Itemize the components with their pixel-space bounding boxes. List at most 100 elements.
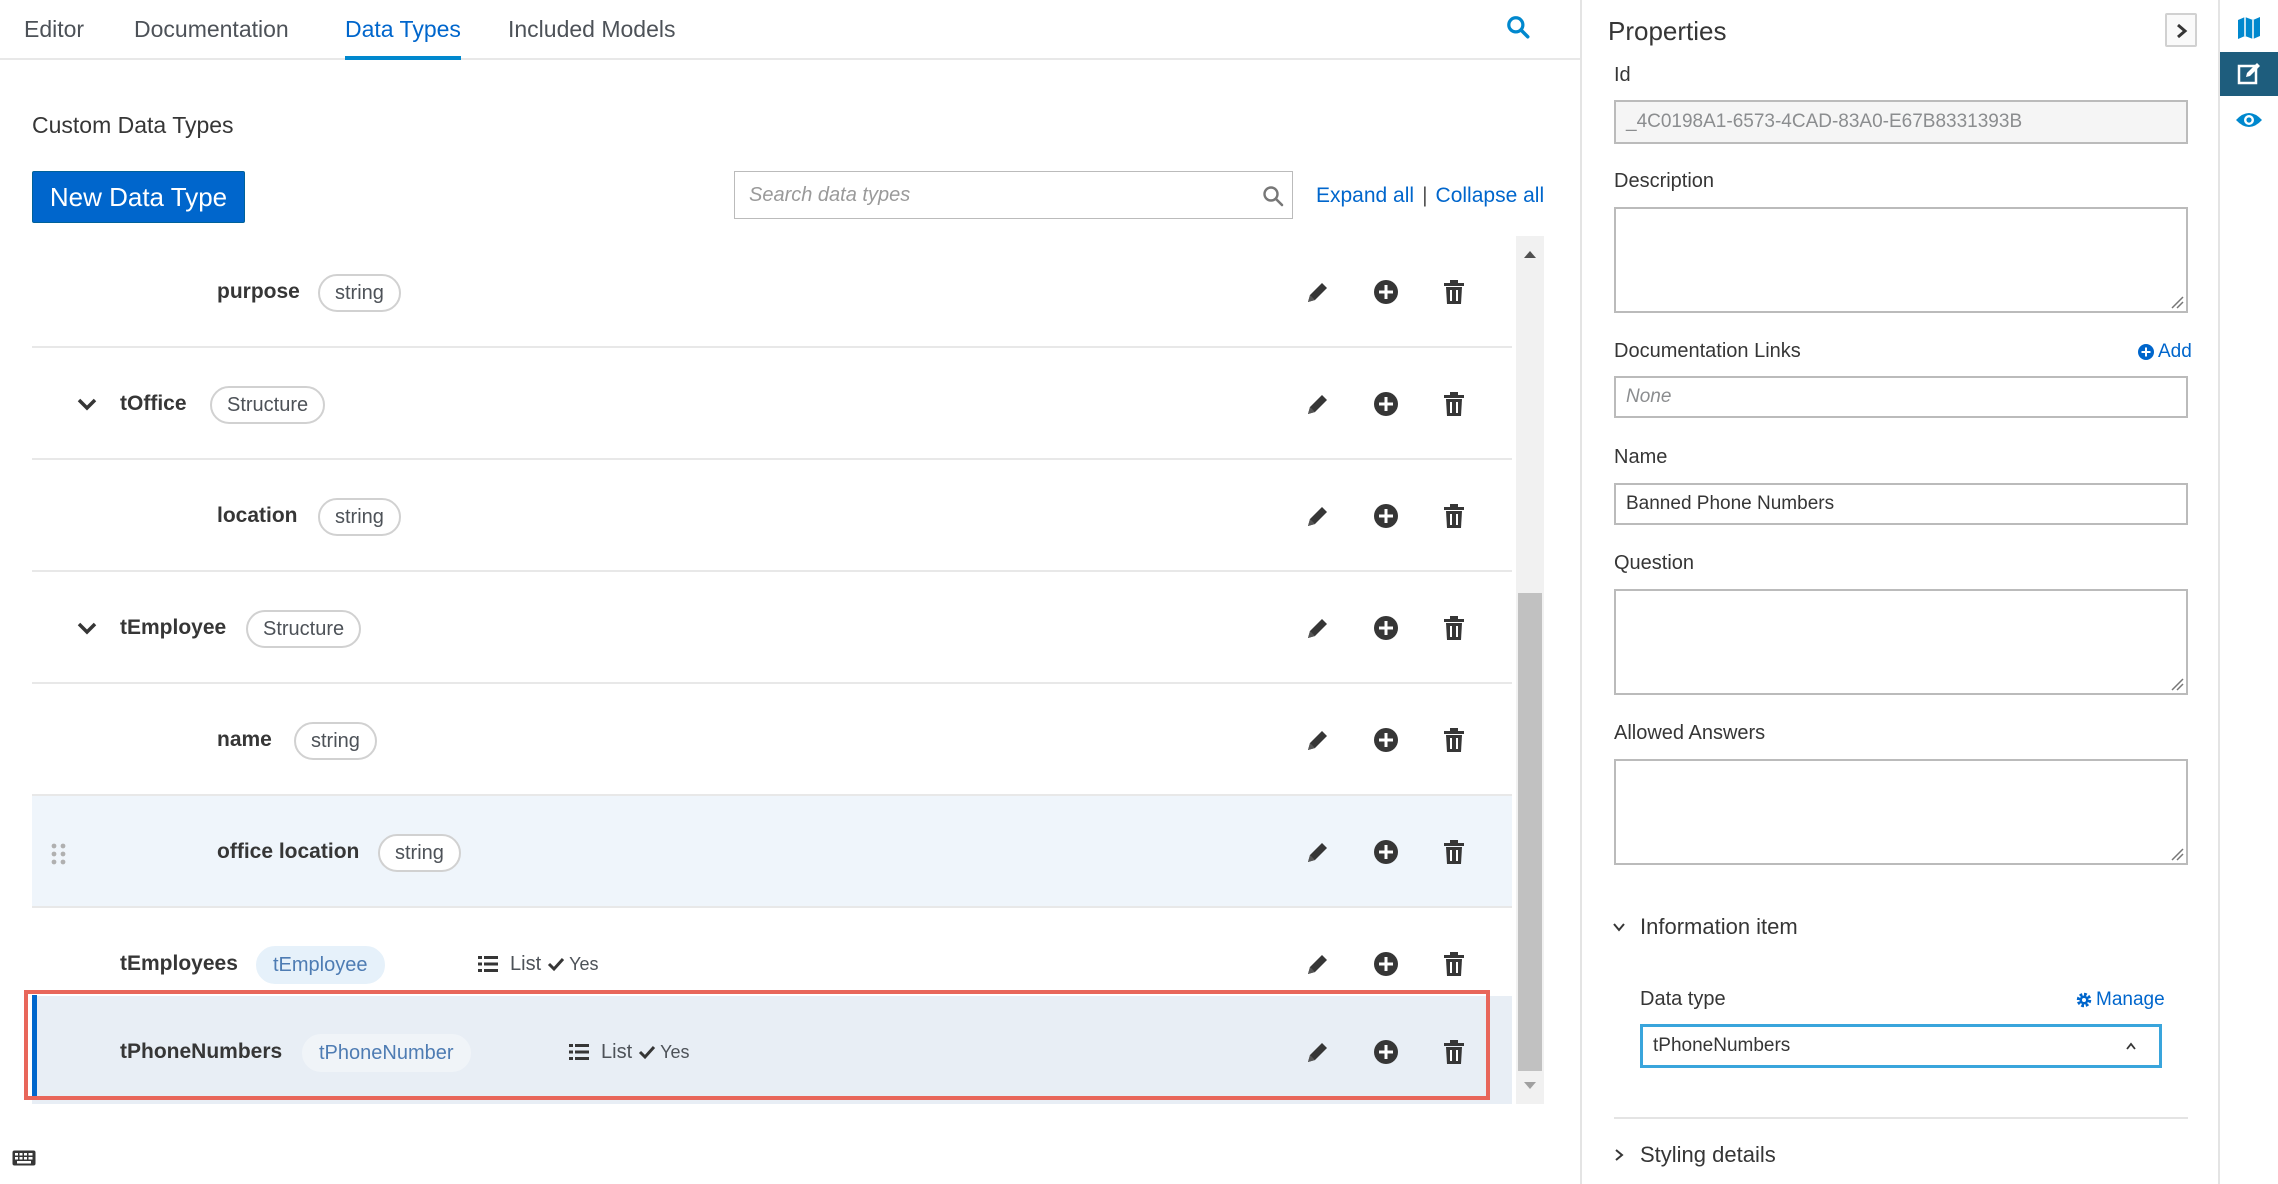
resize-grip-icon[interactable] (2170, 847, 2184, 861)
pencil-icon[interactable] (1304, 390, 1332, 418)
chevron-right-icon (1615, 1149, 1624, 1161)
tab-documentation[interactable]: Documentation (134, 16, 289, 60)
plus-circle-icon[interactable] (1372, 390, 1400, 418)
trash-icon[interactable] (1440, 950, 1468, 978)
section-title: Information item (1640, 914, 1798, 939)
pencil-icon[interactable] (1304, 950, 1332, 978)
list-item[interactable]: tOffice Structure (32, 348, 1512, 460)
resize-grip-icon[interactable] (2170, 677, 2184, 691)
properties-title: Properties (1608, 16, 1727, 46)
description-label: Description (1614, 170, 1715, 192)
data-type-name: tOffice (120, 392, 187, 415)
data-type-list: purpose string tOffice Structure locatio… (32, 236, 1512, 1104)
trash-icon[interactable] (1440, 1038, 1468, 1066)
search-box (734, 171, 1293, 219)
trash-icon[interactable] (1440, 838, 1468, 866)
plus-circle-icon[interactable] (1372, 502, 1400, 530)
pencil-icon[interactable] (1304, 614, 1332, 642)
drag-handle-icon[interactable] (50, 842, 68, 866)
editor-tabs: Editor Documentation Data Types Included… (0, 0, 1580, 60)
name-input[interactable]: Banned Phone Numbers (1614, 483, 2188, 525)
link-separator: | (1422, 184, 1428, 207)
plus-circle-icon[interactable] (1372, 950, 1400, 978)
type-badge: string (318, 274, 401, 312)
list-item[interactable]: purpose string (32, 236, 1512, 348)
trash-icon[interactable] (1440, 390, 1468, 418)
scrollbar-thumb[interactable] (1518, 593, 1542, 1071)
edit-icon (2237, 63, 2260, 85)
pencil-icon[interactable] (1304, 1038, 1332, 1066)
manage-data-types-link[interactable]: Manage (2075, 989, 2165, 1011)
allowed-answers-label: Allowed Answers (1614, 722, 1766, 744)
plus-circle-icon[interactable] (1372, 726, 1400, 754)
type-badge: string (318, 498, 401, 536)
type-badge: Structure (210, 386, 326, 424)
question-label: Question (1614, 552, 1695, 574)
collapse-panel-button[interactable] (2165, 13, 2197, 47)
list-icon (569, 1044, 589, 1060)
type-badge: string (378, 834, 461, 872)
pencil-icon[interactable] (1304, 502, 1332, 530)
plus-circle-icon[interactable] (1372, 278, 1400, 306)
keyboard-icon[interactable] (12, 1150, 36, 1166)
search-input[interactable] (735, 172, 1245, 218)
documentation-links-field: None (1614, 376, 2188, 418)
data-type-name: name (217, 728, 272, 751)
properties-panel-button[interactable] (2220, 52, 2278, 96)
chevron-down-icon (1613, 923, 1625, 932)
list-value: Yes (569, 953, 599, 974)
allowed-answers-textarea[interactable] (1614, 759, 2188, 865)
list-scrollbar[interactable] (1516, 236, 1544, 1104)
trash-icon[interactable] (1440, 726, 1468, 754)
pencil-icon[interactable] (1304, 838, 1332, 866)
scroll-down-arrow-icon[interactable] (1522, 1080, 1538, 1092)
information-item-section-toggle[interactable]: Information item (1612, 914, 1798, 940)
tab-included-models[interactable]: Included Models (508, 16, 676, 60)
plus-circle-icon[interactable] (1372, 838, 1400, 866)
scroll-up-arrow-icon[interactable] (1522, 248, 1538, 260)
data-type-name: location (217, 504, 298, 527)
trash-icon[interactable] (1440, 278, 1468, 306)
styling-details-section-toggle[interactable]: Styling details (1612, 1142, 1776, 1168)
search-icon[interactable] (1261, 184, 1285, 208)
list-item[interactable]: tEmployee Structure (32, 572, 1512, 684)
list-item[interactable]: location string (32, 460, 1512, 572)
chevron-down-icon[interactable] (76, 393, 98, 415)
plus-circle-icon (2138, 344, 2154, 360)
add-documentation-link[interactable]: Add (2137, 341, 2192, 363)
chevron-right-icon (2177, 23, 2188, 39)
map-panel-button[interactable] (2220, 6, 2278, 50)
tab-editor[interactable]: Editor (24, 16, 84, 60)
type-badge: string (294, 722, 377, 760)
plus-circle-icon[interactable] (1372, 614, 1400, 642)
properties-panel: Properties Id _4C0198A1-6573-4CAD-83A0-E… (1580, 0, 2220, 1184)
list-item[interactable]: name string (32, 684, 1512, 796)
list-item-selected[interactable]: tPhoneNumbers tPhoneNumber List Yes (32, 996, 1512, 1104)
description-textarea[interactable] (1614, 207, 2188, 313)
trash-icon[interactable] (1440, 502, 1468, 530)
data-type-label: Data type (1640, 988, 1726, 1010)
plus-circle-icon[interactable] (1372, 1038, 1400, 1066)
data-type-name: tEmployee (120, 616, 227, 639)
question-textarea[interactable] (1614, 589, 2188, 695)
pencil-icon[interactable] (1304, 726, 1332, 754)
new-data-type-button[interactable]: New Data Type (32, 171, 245, 223)
eye-icon (2236, 113, 2262, 127)
trash-icon[interactable] (1440, 614, 1468, 642)
list-item[interactable]: office location string (32, 796, 1512, 908)
section-title: Custom Data Types (32, 112, 234, 138)
data-type-select[interactable]: tPhoneNumbers (1640, 1024, 2162, 1068)
collapse-all-link[interactable]: Collapse all (1436, 184, 1545, 207)
preview-panel-button[interactable] (2220, 98, 2278, 142)
expand-all-link[interactable]: Expand all (1316, 184, 1414, 207)
chevron-down-icon[interactable] (76, 617, 98, 639)
check-icon (548, 957, 565, 972)
list-indicator: List Yes (569, 996, 690, 1104)
search-icon[interactable] (1505, 14, 1531, 40)
tab-data-types[interactable]: Data Types (345, 16, 461, 60)
documentation-links-label: Documentation Links (1614, 340, 1801, 362)
name-label: Name (1614, 446, 1668, 468)
data-type-name: purpose (217, 280, 300, 303)
pencil-icon[interactable] (1304, 278, 1332, 306)
resize-grip-icon[interactable] (2170, 295, 2184, 309)
